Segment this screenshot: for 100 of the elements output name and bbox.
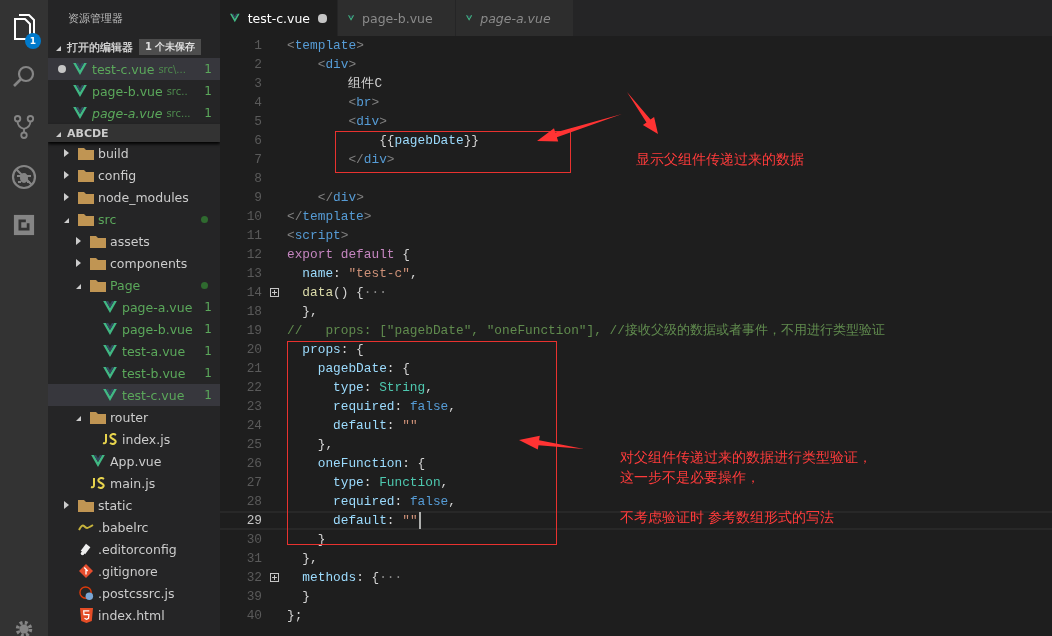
caret-icon[interactable] (76, 237, 81, 245)
code-line: type: String, (332, 380, 433, 395)
code-line: <div> (316, 57, 357, 72)
caret-icon[interactable] (64, 501, 69, 509)
line-number: 24 (245, 418, 262, 433)
code-line: </template> (287, 209, 372, 224)
caret-icon[interactable] (76, 283, 81, 289)
file-name[interactable]: test-c.vue (122, 387, 205, 403)
vue-icon (230, 12, 240, 24)
line-number: 29 (245, 513, 262, 528)
file-name[interactable]: page-a.vue (122, 299, 205, 315)
line-number: 18 (245, 304, 262, 319)
vue-icon (73, 107, 87, 119)
folder-icon (78, 498, 94, 512)
vue-icon (73, 85, 87, 97)
problem-count: 1 (204, 344, 212, 358)
line-number: 5 (253, 114, 262, 129)
code-line: default: "" (332, 418, 418, 433)
section-title[interactable]: ABCDE (67, 126, 109, 140)
file-path: src.. (166, 85, 189, 97)
file-name[interactable]: test-b.vue (122, 365, 205, 381)
line-number: 27 (245, 475, 262, 490)
file-name[interactable]: static (98, 497, 220, 513)
file-name[interactable]: .gitignore (98, 563, 220, 579)
caret-icon[interactable] (64, 171, 69, 179)
debug-icon[interactable] (11, 164, 37, 190)
code-line: required: false, (332, 399, 456, 414)
unsaved-badge: 1 个未保存 (139, 39, 202, 55)
vue-icon (103, 367, 117, 379)
vue-icon (103, 345, 117, 357)
file-name[interactable]: App.vue (110, 453, 220, 469)
file-name[interactable]: .postcssrc.js (98, 585, 220, 601)
js-file-icon (102, 433, 118, 445)
code-line: } (301, 589, 311, 604)
code-line: 组件C (347, 75, 383, 92)
file-name[interactable]: router (110, 409, 220, 425)
file-path: src\... (158, 63, 187, 75)
folder-icon (90, 410, 106, 424)
caret-icon[interactable] (76, 259, 81, 267)
editor-tab[interactable]: page-a.vue (456, 0, 574, 36)
caret-icon[interactable] (64, 149, 69, 157)
code-line: {{pagebDate}} (378, 133, 479, 148)
code-line: props: { (301, 342, 364, 357)
caret-icon[interactable] (56, 131, 61, 137)
file-name[interactable]: src (98, 211, 201, 227)
code-line: <script> (287, 228, 349, 243)
branch-icon[interactable] (13, 114, 35, 140)
line-number: 10 (245, 209, 262, 224)
file-name[interactable]: .editorconfig (98, 541, 220, 557)
code-line: required: false, (332, 494, 456, 509)
file-name[interactable]: .babelrc (98, 519, 220, 535)
line-number: 19 (245, 323, 262, 338)
editor-tab[interactable]: test-c.vue (220, 0, 338, 36)
code-line: }, (301, 304, 318, 319)
settings-icon[interactable] (13, 618, 35, 636)
vue-icon (73, 63, 87, 75)
file-name[interactable]: build (98, 145, 220, 161)
code-line: default: "" (332, 513, 418, 528)
file-name[interactable]: page-b.vue (122, 321, 205, 337)
babel-file-icon (78, 523, 94, 531)
notification-badge: 1 (25, 33, 41, 49)
file-name[interactable]: main.js (110, 475, 220, 491)
editor-tab[interactable]: page-b.vue (338, 0, 456, 36)
annotation-text: 不考虑验证时 参考数组形式的写法 (620, 508, 835, 527)
file-name[interactable]: assets (110, 233, 220, 249)
section-title[interactable]: 打开的编辑器 (67, 39, 133, 55)
line-number: 4 (253, 95, 262, 110)
caret-icon[interactable] (56, 45, 61, 51)
expand-icon[interactable] (270, 288, 279, 297)
folder-icon (90, 234, 106, 248)
code-line: <br> (347, 95, 380, 110)
file-name[interactable]: Page (110, 277, 201, 293)
git-file-icon (79, 564, 93, 578)
extensions-icon[interactable] (13, 214, 35, 236)
html-file-icon (79, 607, 93, 623)
code-line: oneFunction: { (316, 456, 426, 471)
open-editor-name[interactable]: test-c.vue (92, 61, 155, 77)
line-number: 13 (245, 266, 262, 281)
code-line: }, (316, 437, 334, 452)
vue-icon (103, 301, 117, 313)
code-line: data() {··· (301, 285, 387, 300)
file-name[interactable]: components (110, 255, 220, 271)
search-icon[interactable] (12, 64, 36, 88)
file-name[interactable]: test-a.vue (122, 343, 205, 359)
caret-icon[interactable] (76, 415, 81, 421)
line-number: 9 (253, 190, 262, 205)
line-number: 39 (245, 589, 262, 604)
open-editor-name[interactable]: page-b.vue (92, 83, 163, 99)
file-name[interactable]: node_modules (98, 189, 220, 205)
file-name[interactable]: config (98, 167, 220, 183)
file-name[interactable]: index.html (98, 607, 220, 623)
open-editor-name[interactable]: page-a.vue (92, 105, 163, 121)
code-line: methods: {··· (301, 570, 403, 585)
caret-icon[interactable] (64, 193, 69, 201)
file-name[interactable]: index.js (122, 431, 220, 447)
expand-icon[interactable] (270, 573, 279, 582)
caret-icon[interactable] (64, 217, 69, 223)
problem-count: 1 (204, 300, 212, 314)
problem-count: 1 (204, 322, 212, 336)
line-number: 21 (245, 361, 262, 376)
